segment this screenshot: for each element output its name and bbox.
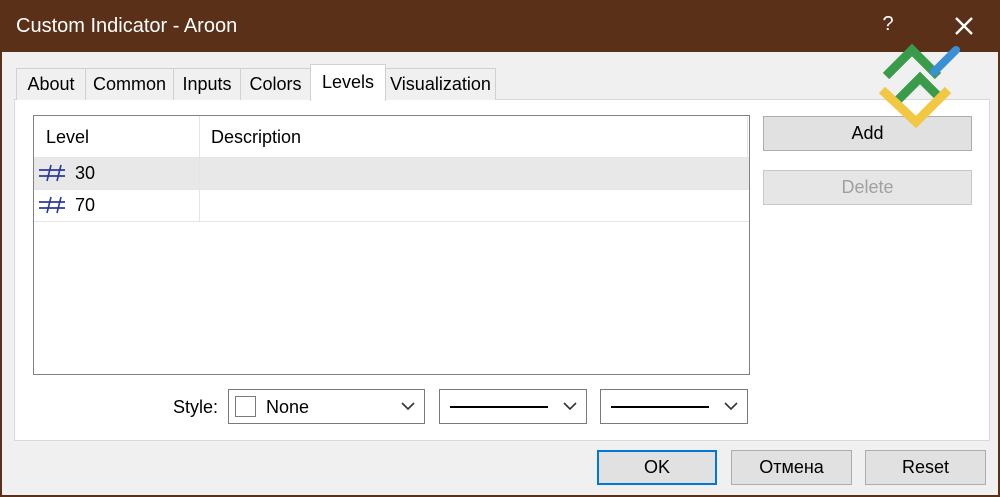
levels-list[interactable]: Level Description 30 70 — [33, 115, 750, 375]
line-style-sample — [450, 406, 548, 408]
description-cell[interactable] — [200, 190, 748, 221]
close-button[interactable] — [950, 12, 978, 40]
chevron-down-icon — [563, 402, 577, 411]
column-header-description[interactable]: Description — [200, 116, 748, 158]
level-value: 70 — [75, 195, 96, 215]
chevron-down-icon — [401, 402, 415, 411]
tab-levels[interactable]: Levels — [310, 64, 386, 101]
chevron-down-icon — [724, 402, 738, 411]
window-title: Custom Indicator - Aroon — [16, 15, 238, 37]
color-swatch — [235, 396, 256, 417]
style-label: Style: — [173, 397, 219, 417]
tab-bar: About Common Inputs Colors Levels Visual… — [16, 64, 976, 101]
level-line-icon — [39, 164, 65, 182]
line-style-select[interactable] — [439, 389, 587, 424]
tab-colors[interactable]: Colors — [240, 68, 311, 100]
style-color-select[interactable]: None — [228, 389, 425, 424]
tab-visualization[interactable]: Visualization — [385, 68, 496, 100]
title-bar[interactable]: Custom Indicator - Aroon ? — [2, 2, 998, 52]
column-header-level[interactable]: Level — [34, 116, 200, 158]
list-header: Level Description — [34, 116, 749, 158]
level-cell: 70 — [34, 190, 200, 221]
level-cell: 30 — [34, 158, 200, 189]
level-row[interactable]: 30 — [34, 158, 749, 190]
brand-logo-icon — [878, 43, 960, 129]
line-width-sample — [611, 406, 709, 408]
line-width-select[interactable] — [600, 389, 748, 424]
ok-button[interactable]: OK — [597, 450, 717, 485]
dialog-window: Custom Indicator - Aroon ? About Common … — [0, 0, 1000, 497]
tab-inputs[interactable]: Inputs — [173, 68, 241, 100]
reset-button[interactable]: Reset — [865, 450, 986, 485]
color-value: None — [266, 397, 310, 417]
tab-about[interactable]: About — [16, 68, 86, 100]
level-line-icon — [39, 196, 65, 214]
help-button[interactable]: ? — [876, 13, 900, 41]
tab-common[interactable]: Common — [85, 68, 174, 100]
level-value: 30 — [75, 163, 96, 183]
delete-button[interactable]: Delete — [763, 170, 972, 205]
description-cell[interactable] — [200, 158, 748, 189]
cancel-button[interactable]: Отмена — [731, 450, 852, 485]
close-icon — [955, 17, 973, 35]
level-row[interactable]: 70 — [34, 190, 749, 222]
